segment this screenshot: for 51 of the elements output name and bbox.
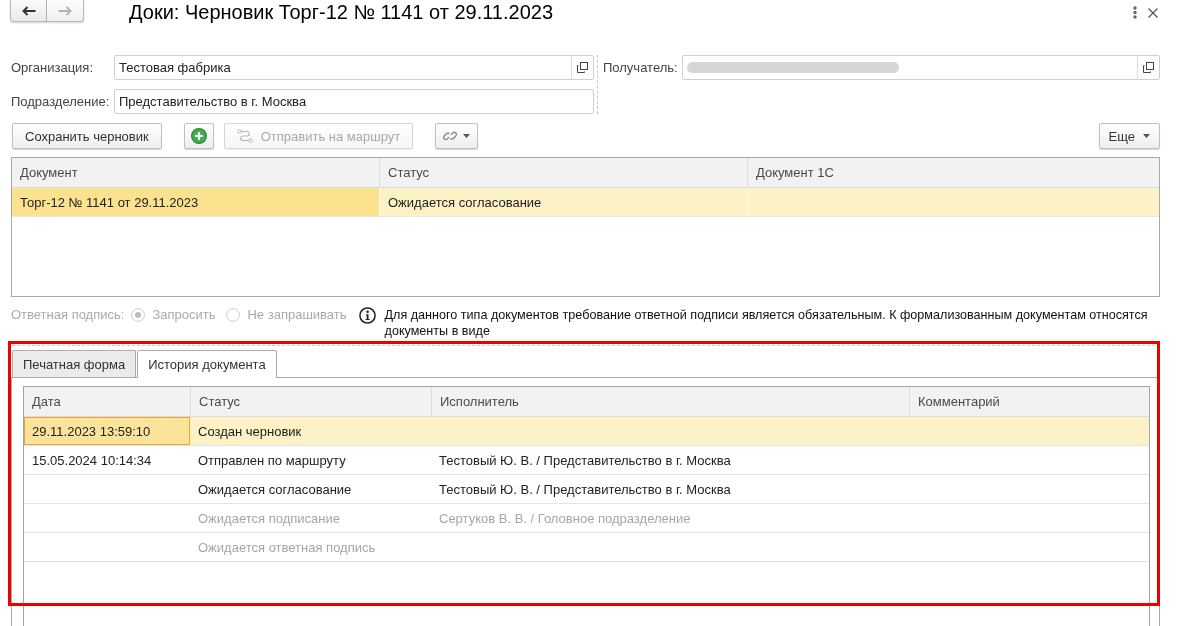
table-cell-text: Создан черновик bbox=[197, 422, 303, 441]
table-cell: Торг-12 № 1141 от 29.11.2023 bbox=[12, 188, 379, 216]
table-row[interactable]: 29.11.2023 13:59:10 Создан черновик bbox=[24, 417, 1149, 446]
field-label: Подразделение: bbox=[11, 94, 111, 109]
info-note: Для данного типа документов требование ответной подписи является обязательным. К формализованным документам относятся документы в виде bbox=[384, 307, 1149, 339]
caret-icon bbox=[463, 134, 471, 138]
column-header: Комментарий bbox=[909, 387, 1149, 417]
save-draft-button[interactable]: Сохранить черновик bbox=[12, 123, 162, 149]
column-header: Статус bbox=[190, 387, 431, 417]
field-label: Организация: bbox=[11, 60, 95, 75]
table-cell-text: Сертуков В. В. / Головное подразделение bbox=[438, 509, 692, 528]
table-cell: Ожидается согласование bbox=[379, 188, 747, 216]
tab[interactable]: История документа bbox=[137, 350, 277, 378]
column-header: Документ bbox=[12, 158, 379, 188]
column-header: Дата bbox=[24, 387, 190, 417]
kebab-menu-icon[interactable] bbox=[1133, 6, 1137, 19]
arrow-right-icon bbox=[58, 5, 72, 16]
table-row[interactable]: 15.05.2024 10:14:34 Отправлен по маршруту Тестовый Ю. В. / Представительство в г. Москва bbox=[24, 446, 1149, 475]
table-cell-text: Ожидается подписание bbox=[197, 509, 341, 528]
field-label: Получатель: bbox=[603, 60, 679, 75]
input-field[interactable] bbox=[682, 55, 1160, 80]
table-cell-text: Тестовый Ю. В. / Представительство в г. Москва bbox=[438, 451, 732, 470]
table-row[interactable]: Ожидается согласование Тестовый Ю. В. / Представительство в г. Москва bbox=[24, 475, 1149, 504]
column-header: Документ 1С bbox=[747, 158, 1159, 188]
table-cell-text: Отправлен по маршруту bbox=[197, 451, 347, 470]
table-cell-text: Ожидается ответная подпись bbox=[197, 538, 377, 557]
window-title: Доки: Черновик Торг-12 № 1141 от 29.11.2023 bbox=[129, 1, 555, 23]
route-icon bbox=[236, 129, 253, 143]
tab[interactable]: Печатная форма bbox=[12, 350, 137, 377]
arrow-left-icon bbox=[21, 5, 36, 16]
table-cell-text: 15.05.2024 10:14:34 bbox=[31, 451, 153, 470]
column-header: Статус bbox=[379, 158, 747, 188]
open-window-icon bbox=[1143, 62, 1154, 73]
info-icon bbox=[358, 307, 376, 324]
more-button[interactable]: Еще bbox=[1098, 123, 1160, 149]
close-icon[interactable] bbox=[1148, 7, 1158, 18]
link-menu-button[interactable] bbox=[435, 123, 479, 149]
table-cell: 29.11.2023 13:59:10 bbox=[24, 417, 190, 445]
column-header: Исполнитель bbox=[431, 387, 909, 417]
back-button[interactable] bbox=[10, 0, 47, 22]
link-icon bbox=[443, 129, 458, 143]
table-cell-text: Ожидается согласование bbox=[197, 480, 353, 499]
plus-circle-icon bbox=[190, 128, 207, 144]
input-field[interactable]: Представительство в г. Москва bbox=[114, 89, 594, 114]
table-row[interactable]: Торг-12 № 1141 от 29.11.2023 Ожидается согласование bbox=[12, 188, 1159, 217]
input-field[interactable]: Тестовая фабрика bbox=[114, 55, 594, 80]
add-button[interactable] bbox=[183, 123, 214, 149]
caret-icon bbox=[1143, 134, 1150, 138]
open-window-icon bbox=[577, 62, 588, 73]
field-label: Ответная подпись: bbox=[11, 307, 125, 323]
table-cell-text: Тестовый Ю. В. / Представительство в г. Москва bbox=[438, 480, 732, 499]
